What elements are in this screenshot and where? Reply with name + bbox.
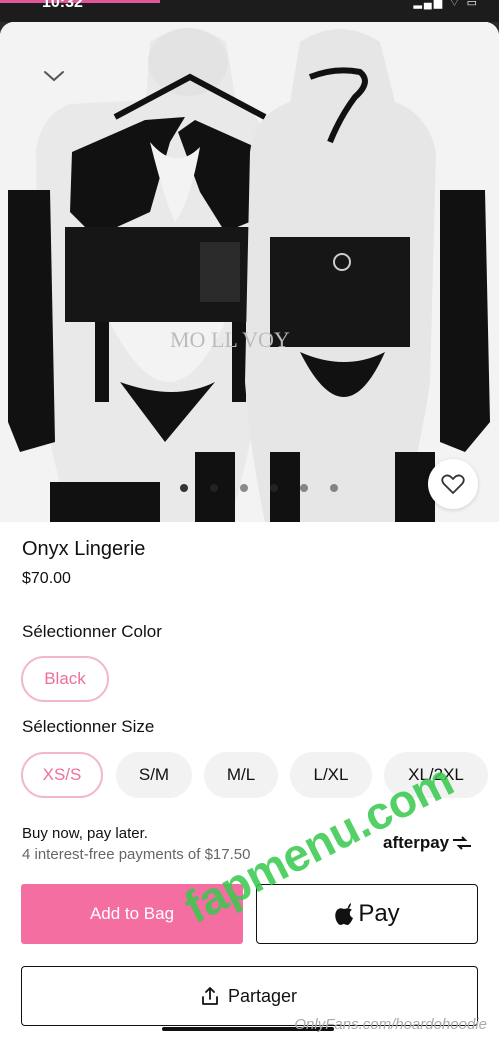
pagination-dot[interactable] <box>180 484 188 492</box>
bnpl-title: Buy now, pay later. <box>22 825 148 842</box>
pagination-dot[interactable] <box>300 484 308 492</box>
share-icon <box>202 987 218 1005</box>
product-photo: MO LL VOY <box>0 22 499 522</box>
chevron-down-icon[interactable] <box>40 62 68 90</box>
product-title: Onyx Lingerie <box>22 538 146 560</box>
color-option-black[interactable]: Black <box>21 656 109 702</box>
watermark-corner: OnlyFans.com/hoardohoodie <box>294 1016 487 1033</box>
afterpay-arrows-icon <box>453 836 472 850</box>
size-option-s-m[interactable]: S/M <box>116 752 192 798</box>
image-pagination <box>180 484 338 492</box>
apple-pay-button[interactable]: Pay <box>256 884 478 944</box>
pagination-dot[interactable] <box>270 484 278 492</box>
size-section-label: Sélectionner Size <box>22 717 155 736</box>
apple-pay-label: Pay <box>358 900 400 927</box>
size-option-xs-s[interactable]: XS/S <box>21 752 103 798</box>
bnpl-subtitle: 4 interest-free payments of $17.50 <box>22 846 251 863</box>
product-image-carousel[interactable]: MO LL VOY <box>0 22 499 522</box>
status-time: 10:32 <box>42 0 83 11</box>
glove-right <box>440 190 490 452</box>
favorite-button[interactable] <box>428 459 478 509</box>
color-section-label: Sélectionner Color <box>22 622 162 641</box>
glove-left <box>8 190 55 452</box>
size-option-m-l[interactable]: M/L <box>204 752 278 798</box>
heart-icon <box>441 474 465 494</box>
image-watermark-text: MO LL VOY <box>170 327 290 352</box>
pagination-dot[interactable] <box>330 484 338 492</box>
afterpay-label: afterpay <box>383 833 450 852</box>
pagination-dot[interactable] <box>240 484 248 492</box>
status-icons: ▂▄▆ ⌔ ▭ <box>413 0 479 9</box>
afterpay-logo[interactable]: afterpay <box>383 833 473 853</box>
product-price: $70.00 <box>22 570 71 587</box>
pagination-dot[interactable] <box>210 484 218 492</box>
share-label: Partager <box>227 985 298 1006</box>
status-bar: 10:32 ▂▄▆ ⌔ ▭ <box>0 0 499 22</box>
apple-logo-icon <box>335 903 354 925</box>
